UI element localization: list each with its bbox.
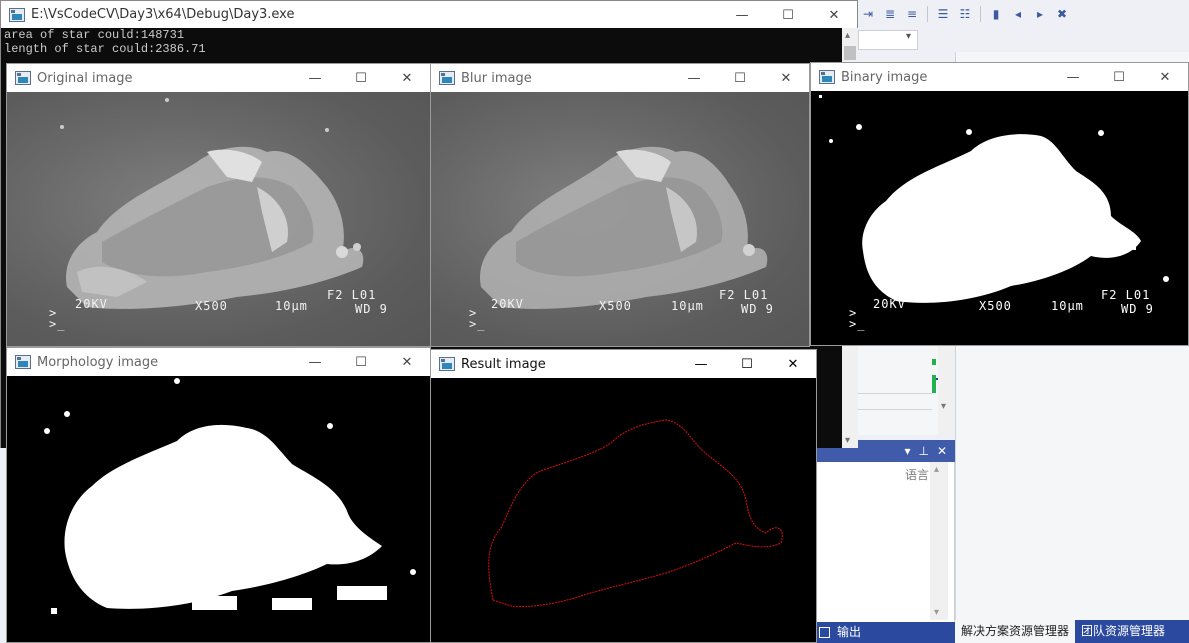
blur-image: F2 L01 20KV X500 10μm WD 9 > >_ xyxy=(431,92,809,346)
binary-caption-wd: WD 9 xyxy=(1121,302,1154,316)
dropdown-icon[interactable]: ▾ xyxy=(904,444,910,458)
console-app-icon xyxy=(9,7,25,22)
result-image xyxy=(431,378,816,642)
window-app-icon xyxy=(15,71,31,85)
sem-caption-voltage: 20KV xyxy=(75,297,108,311)
sem-caption-wd: WD 9 xyxy=(355,302,388,316)
diagnostics-scrollbar[interactable]: ▾ xyxy=(938,345,955,435)
close-button[interactable]: ✕ xyxy=(1142,63,1188,91)
scroll-thumb[interactable] xyxy=(844,46,856,60)
maximize-button[interactable]: ☐ xyxy=(338,348,384,376)
binary-caption-scale: 10μm xyxy=(1051,299,1084,313)
minimize-button[interactable]: — xyxy=(1050,63,1096,91)
morphology-titlebar[interactable]: Morphology image — ☐ ✕ xyxy=(7,348,430,376)
output-scrollbar[interactable]: ▴ ▾ xyxy=(930,462,948,620)
minimize-button[interactable]: — xyxy=(292,64,338,92)
scroll-down-icon[interactable]: ▾ xyxy=(941,401,946,412)
console-line-area: area of star could:148731 xyxy=(4,28,185,42)
maximize-button[interactable]: ☐ xyxy=(765,1,811,29)
sem-caption-scale: 10μm xyxy=(671,299,704,313)
pin-icon[interactable]: ⊥ xyxy=(918,444,928,458)
result-image-window: Result image — ☐ ✕ xyxy=(430,349,817,643)
window-app-icon xyxy=(819,70,835,84)
maximize-button[interactable]: ☐ xyxy=(338,64,384,92)
outdent-icon[interactable]: ≡ xyxy=(905,7,919,21)
sem-caption-prompt: > >_ xyxy=(469,306,486,331)
blur-title: Blur image xyxy=(461,70,532,86)
scroll-down-icon[interactable]: ▾ xyxy=(845,435,850,446)
binary-caption-mag: X500 xyxy=(979,299,1012,313)
contour-image xyxy=(488,419,783,607)
sem-caption-mag: X500 xyxy=(195,299,228,313)
original-image-window: Original image — ☐ ✕ F2 L01 20KV X500 10… xyxy=(6,63,431,347)
sem-caption-scale: 10μm xyxy=(275,299,308,313)
sem-caption-prompt: > >_ xyxy=(49,306,66,331)
result-title: Result image xyxy=(461,356,546,372)
binary-titlebar[interactable]: Binary image — ☐ ✕ xyxy=(811,63,1188,91)
uncomment-icon[interactable]: ☷ xyxy=(958,7,972,21)
binary-caption-voltage: 20KV xyxy=(873,297,906,311)
window-app-icon xyxy=(439,71,455,85)
maximize-button[interactable]: ☐ xyxy=(1096,63,1142,91)
format-icon[interactable]: ⇥ xyxy=(861,7,875,21)
maximize-button[interactable]: ☐ xyxy=(717,64,763,92)
blur-image-window: Blur image — ☐ ✕ F2 L01 20KV X500 10μm W… xyxy=(430,63,810,347)
sem-caption-voltage: 20KV xyxy=(491,297,524,311)
original-image: F2 L01 20KV X500 10μm WD 9 > >_ xyxy=(7,92,430,346)
prev-bookmark-icon[interactable]: ◂ xyxy=(1011,7,1025,21)
minimize-button[interactable]: — xyxy=(671,64,717,92)
comment-icon[interactable]: ☰ xyxy=(936,7,950,21)
close-button[interactable]: ✕ xyxy=(384,64,430,92)
indent-icon[interactable]: ≣ xyxy=(883,7,897,21)
original-titlebar[interactable]: Original image — ☐ ✕ xyxy=(7,64,430,92)
clear-bookmarks-icon[interactable]: ✖ xyxy=(1055,7,1069,21)
result-titlebar[interactable]: Result image — ☐ ✕ xyxy=(431,350,816,378)
morphology-image-window: Morphology image — ☐ ✕ xyxy=(6,347,431,643)
tab-output[interactable]: 输出 xyxy=(815,622,955,643)
close-icon[interactable]: ✕ xyxy=(937,444,947,458)
binary-caption-prompt: > >_ xyxy=(849,306,866,331)
blur-titlebar[interactable]: Blur image — ☐ ✕ xyxy=(431,64,809,92)
morphology-image xyxy=(7,376,430,642)
maximize-button[interactable]: ☐ xyxy=(724,350,770,378)
ide-toolbar: ⇥ ≣ ≡ ☰ ☷ ▮ ◂ ▸ ✖ xyxy=(855,0,1189,28)
morphology-mask-image xyxy=(44,378,416,614)
minimize-button[interactable]: — xyxy=(292,348,338,376)
scroll-up-icon[interactable]: ▴ xyxy=(845,30,850,41)
minimize-button[interactable]: — xyxy=(678,350,724,378)
diagnostics-panel: ▾ xyxy=(858,345,955,435)
scroll-up-icon[interactable]: ▴ xyxy=(934,464,939,475)
sem-caption-mag: X500 xyxy=(599,299,632,313)
console-line-length: length of star could:2386.71 xyxy=(4,42,206,56)
sem-caption-wd: WD 9 xyxy=(741,302,774,316)
language-label: 语言 xyxy=(905,468,930,482)
next-bookmark-icon[interactable]: ▸ xyxy=(1033,7,1047,21)
binary-image: F2 L01 20KV X500 10μm WD 9 > >_ xyxy=(811,91,1188,345)
close-button[interactable]: ✕ xyxy=(763,64,809,92)
chevron-down-icon[interactable]: ▾ xyxy=(906,31,911,42)
console-titlebar[interactable]: E:\VsCodeCV\Day3\x64\Debug\Day3.exe — ☐ … xyxy=(1,1,857,28)
binary-title: Binary image xyxy=(841,69,928,85)
ide-bottom-tabs: 解决方案资源管理器 团队资源管理器 xyxy=(955,620,1189,643)
output-icon xyxy=(819,627,830,638)
cpu-indicator xyxy=(932,359,936,365)
close-button[interactable]: ✕ xyxy=(811,1,857,29)
morphology-title: Morphology image xyxy=(37,354,159,370)
window-app-icon xyxy=(439,357,455,371)
close-button[interactable]: ✕ xyxy=(770,350,816,378)
close-button[interactable]: ✕ xyxy=(384,348,430,376)
minimize-button[interactable]: — xyxy=(719,1,765,29)
window-app-icon xyxy=(15,355,31,369)
tab-output-label: 输出 xyxy=(837,625,862,639)
console-title: E:\VsCodeCV\Day3\x64\Debug\Day3.exe xyxy=(31,7,295,22)
bookmark-icon[interactable]: ▮ xyxy=(989,7,1003,21)
tab-solution-explorer[interactable]: 解决方案资源管理器 xyxy=(955,620,1076,643)
binary-caption-code: F2 L01 xyxy=(1101,288,1151,302)
sem-caption-code: F2 L01 xyxy=(327,288,377,302)
sem-caption-code: F2 L01 xyxy=(719,288,769,302)
tab-team-explorer[interactable]: 团队资源管理器 xyxy=(1075,620,1171,643)
original-title: Original image xyxy=(37,70,133,86)
binary-image-window: Binary image — ☐ ✕ F2 L01 20KV X500 10μm… xyxy=(810,62,1189,346)
scroll-down-icon[interactable]: ▾ xyxy=(934,607,939,618)
